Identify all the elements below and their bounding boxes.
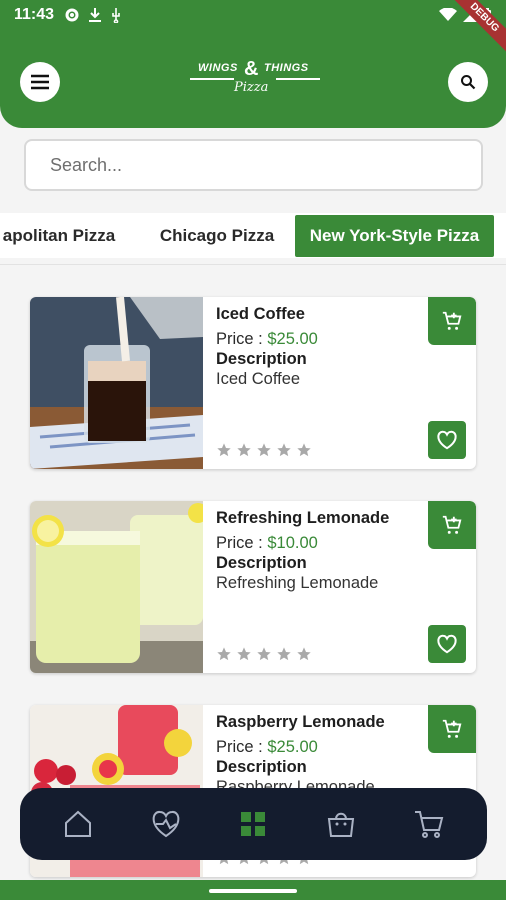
description-label: Description <box>216 554 307 572</box>
app-header: WINGS & THINGS Pizza <box>0 30 506 128</box>
hamburger-icon <box>31 74 49 90</box>
product-price: Price : $25.00 <box>216 330 318 349</box>
search-button[interactable] <box>448 62 488 102</box>
price-label: Price : <box>216 738 268 756</box>
logo-wing-left <box>190 78 234 80</box>
search-icon <box>461 75 476 90</box>
tab-new-york-style-pizza[interactable]: New York-Style Pizza <box>295 215 494 257</box>
product-description: Refreshing Lemonade <box>216 574 379 592</box>
price-value: $25.00 <box>267 738 318 756</box>
categories-icon <box>241 812 266 836</box>
search-field[interactable] <box>24 139 483 191</box>
star-icon <box>297 443 311 457</box>
star-icon <box>237 443 251 457</box>
price-label: Price : <box>216 534 268 552</box>
product-price: Price : $10.00 <box>216 534 318 553</box>
download-icon <box>89 8 102 22</box>
favorites-icon <box>152 811 180 838</box>
product-name: Iced Coffee <box>216 305 305 323</box>
settings-icon <box>65 8 79 22</box>
star-icon <box>277 443 291 457</box>
product-card[interactable]: Refreshing Lemonade Price : $10.00 Descr… <box>30 501 476 673</box>
battery-icon <box>484 7 491 22</box>
logo-text-wings: WINGS <box>198 62 238 74</box>
heart-icon <box>437 430 457 450</box>
star-icon <box>257 647 271 661</box>
nav-categories[interactable] <box>230 801 276 847</box>
add-to-cart-button[interactable] <box>428 705 476 753</box>
status-bar: 11:43 <box>0 0 506 30</box>
home-icon <box>64 810 91 837</box>
description-label: Description <box>216 350 307 368</box>
price-value: $25.00 <box>267 330 318 348</box>
nav-home[interactable] <box>55 801 101 847</box>
product-description: Iced Coffee <box>216 370 301 388</box>
add-cart-icon <box>442 719 462 738</box>
logo-wing-right <box>276 78 320 80</box>
bag-icon <box>328 812 355 837</box>
star-icon <box>217 443 231 457</box>
price-label: Price : <box>216 330 268 348</box>
star-icon <box>297 647 311 661</box>
bottom-navigation <box>20 788 487 860</box>
favorite-button[interactable] <box>428 421 466 459</box>
product-image-refreshing-lemonade <box>30 501 203 673</box>
star-icon <box>217 647 231 661</box>
product-image-iced-coffee <box>30 297 203 469</box>
brand-logo: WINGS & THINGS Pizza <box>190 56 320 100</box>
product-price: Price : $25.00 <box>216 738 318 757</box>
favorite-button[interactable] <box>428 625 466 663</box>
nav-favorites[interactable] <box>143 801 189 847</box>
description-label: Description <box>216 758 307 776</box>
logo-text-things: THINGS <box>264 62 309 74</box>
tab-neapolitan-pizza[interactable]: apolitan Pizza <box>0 215 124 257</box>
nav-bag[interactable] <box>318 801 364 847</box>
signal-icon <box>463 8 477 22</box>
add-to-cart-button[interactable] <box>428 501 476 549</box>
product-card[interactable]: Iced Coffee Price : $25.00 Description I… <box>30 297 476 469</box>
wifi-icon <box>439 8 457 21</box>
cart-icon <box>415 811 444 838</box>
star-icon <box>277 647 291 661</box>
star-icon <box>237 647 251 661</box>
search-input[interactable] <box>50 154 481 176</box>
nav-cart[interactable] <box>406 801 452 847</box>
product-name: Raspberry Lemonade <box>216 713 385 731</box>
rating-stars <box>216 646 312 662</box>
logo-ampersand: & <box>244 58 259 80</box>
heart-icon <box>437 634 457 654</box>
menu-button[interactable] <box>20 62 60 102</box>
status-time: 11:43 <box>14 6 55 23</box>
divider <box>0 264 506 265</box>
tab-chicago-pizza[interactable]: Chicago Pizza <box>150 215 284 257</box>
product-name: Refreshing Lemonade <box>216 509 390 527</box>
add-to-cart-button[interactable] <box>428 297 476 345</box>
rating-stars <box>216 442 312 458</box>
usb-icon <box>112 8 120 23</box>
price-value: $10.00 <box>267 534 318 552</box>
add-cart-icon <box>442 311 462 330</box>
logo-text-pizza: Pizza <box>234 80 269 95</box>
category-tabs: apolitan Pizza Chicago Pizza New York-St… <box>0 213 506 258</box>
star-icon <box>257 443 271 457</box>
add-cart-icon <box>442 515 462 534</box>
home-indicator[interactable] <box>209 889 297 893</box>
